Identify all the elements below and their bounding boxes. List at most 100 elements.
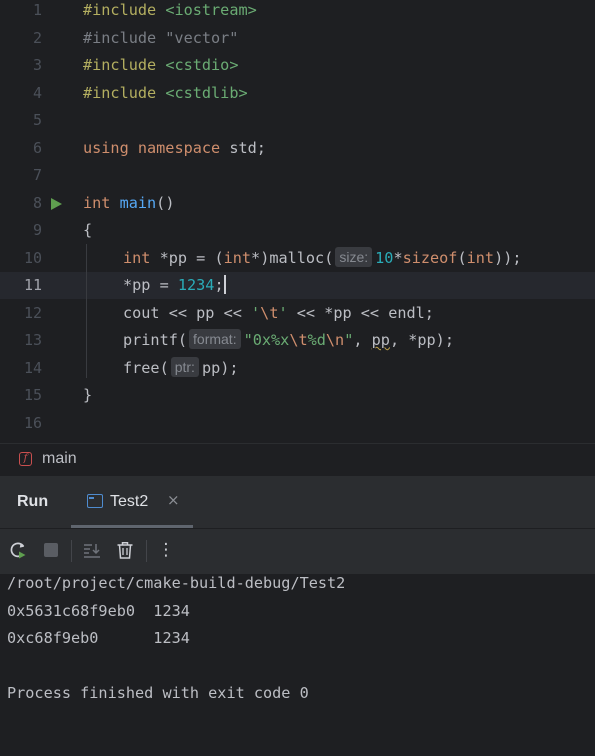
code-line-4[interactable]: #include <cstdlib> <box>83 80 248 108</box>
preprocessor-directive: #include <box>83 83 157 102</box>
code-text: cout << pp << <box>123 303 252 322</box>
line-number: 5 <box>32 111 42 129</box>
close-icon[interactable]: × <box>167 491 180 509</box>
code-line-1[interactable]: #include <iostream> <box>83 0 257 25</box>
code-text: ; <box>214 276 224 294</box>
include-header: <iostream> <box>165 1 257 19</box>
parameter-hint: format: <box>189 329 241 349</box>
code-line-9[interactable]: { <box>83 217 92 245</box>
line-number: 12 <box>23 303 42 322</box>
breadcrumb[interactable]: f main <box>0 443 595 476</box>
more-vertical-icon[interactable]: ⋮ <box>155 539 177 561</box>
gutter-line[interactable]: 1 <box>0 0 80 25</box>
code-line-8[interactable]: int main() <box>83 190 174 218</box>
line-number: 8 <box>32 193 42 212</box>
gutter-line[interactable]: 14 <box>0 355 80 383</box>
parameter-hint: size: <box>335 246 373 267</box>
gutter-line[interactable]: 4 <box>0 80 80 108</box>
keyword: int <box>123 248 151 267</box>
string-literal: " <box>344 331 354 349</box>
unused-include: #include "vector" <box>83 28 239 47</box>
code-line-3[interactable]: #include <cstdio> <box>83 52 238 80</box>
trash-icon[interactable] <box>114 539 136 561</box>
tab-label: Test2 <box>110 493 149 510</box>
gutter-line[interactable]: 2 <box>0 25 80 53</box>
rerun-icon[interactable] <box>7 539 29 561</box>
indent-guide <box>86 244 87 378</box>
code-line-2[interactable]: #include "vector" <box>83 25 238 53</box>
tab-test2[interactable]: Test2 × <box>71 476 193 528</box>
include-header: <cstdlib> <box>165 83 248 102</box>
code-line-12[interactable]: cout << pp << '\t' << *pp << endl; <box>123 300 434 328</box>
line-number: 9 <box>32 221 42 239</box>
line-number: 7 <box>32 166 42 184</box>
gutter-line[interactable]: 13 <box>0 327 80 355</box>
gutter-line[interactable]: 11 <box>0 272 80 300</box>
warning-underlined-arg[interactable]: pp <box>372 331 390 349</box>
code-line-11[interactable]: *pp = 1234; <box>123 272 226 300</box>
function-icon: f <box>19 452 32 466</box>
string-literal: %d <box>307 331 326 349</box>
keyword: namespace <box>137 138 221 157</box>
code-line-15[interactable]: } <box>83 382 92 410</box>
gutter-line[interactable]: 3 <box>0 52 80 80</box>
breadcrumb-item-main[interactable]: main <box>42 450 77 468</box>
number-literal: 10 <box>375 248 394 267</box>
line-number: 14 <box>23 358 42 377</box>
code-editor[interactable]: 1 2 3 4 5 6 7 8 9 10 11 12 13 14 15 16 #… <box>0 0 595 443</box>
line-number: 15 <box>23 386 42 404</box>
scroll-to-end-icon[interactable] <box>81 539 103 561</box>
gutter-line[interactable]: 6 <box>0 135 80 163</box>
gutter-line[interactable]: 12 <box>0 300 80 328</box>
namespace-name: std; <box>229 138 266 157</box>
console-output[interactable]: /root/project/cmake-build-debug/Test2 0x… <box>0 574 595 756</box>
code-line-10[interactable]: int *pp = (int*)malloc(size: 10*sizeof(in… <box>123 245 522 273</box>
stop-icon[interactable] <box>40 539 62 561</box>
run-panel: Run Test2 × ⋮ /root/project/cmake-build-… <box>0 475 595 756</box>
console-window-icon <box>87 494 103 508</box>
punctuation: } <box>83 386 93 404</box>
code-text: )); <box>494 248 522 267</box>
code-text: *)malloc( <box>251 248 334 267</box>
preprocessor-directive: #include <box>83 1 157 19</box>
line-number: 10 <box>23 248 42 267</box>
code-text: , *pp); <box>389 331 454 349</box>
console-line: Process finished with exit code 0 <box>7 684 309 702</box>
code-text: *pp = ( <box>159 248 224 267</box>
gutter-line[interactable]: 15 <box>0 382 80 410</box>
code-line-6[interactable]: using namespace std; <box>83 135 266 163</box>
gutter-line[interactable]: 10 <box>0 245 80 273</box>
code-text: ( <box>457 248 467 267</box>
run-toolbar: ⋮ <box>0 528 595 575</box>
line-number: 13 <box>23 331 42 349</box>
gutter-line[interactable]: 5 <box>0 107 80 135</box>
code-text: , <box>353 331 372 349</box>
code-text: free( <box>123 358 169 377</box>
toolbar-divider <box>71 540 72 562</box>
console-line: 0xc68f9eb0 1234 <box>7 629 190 647</box>
panel-title: Run <box>17 493 49 510</box>
run-triangle-icon[interactable] <box>51 197 62 210</box>
line-number: 6 <box>32 138 42 157</box>
code-line-13[interactable]: printf(format: "0x%x\t%d\n", pp, *pp); <box>123 327 454 355</box>
code-text: * <box>393 248 403 267</box>
keyword: int <box>83 193 111 212</box>
code-text: << *pp << endl; <box>287 303 434 322</box>
console-line: /root/project/cmake-build-debug/Test2 <box>7 574 346 592</box>
gutter-line[interactable]: 9 <box>0 217 80 245</box>
code-line-14[interactable]: free(ptr: pp); <box>123 355 239 383</box>
punctuation: { <box>83 221 93 239</box>
char-literal: ' <box>278 303 288 322</box>
preprocessor-directive: #include <box>83 56 157 74</box>
gutter-line[interactable]: 16 <box>0 410 80 438</box>
string-literal: "0x%x <box>243 331 290 349</box>
code-text: *pp = <box>123 276 178 294</box>
gutter-line[interactable]: 7 <box>0 162 80 190</box>
gutter-line[interactable]: 8 <box>0 190 80 218</box>
line-number: 16 <box>23 413 42 432</box>
line-number: 1 <box>32 1 42 19</box>
include-header: <cstdio> <box>165 56 239 74</box>
keyword: using <box>83 138 129 157</box>
current-line-highlight <box>0 271 595 299</box>
escape-sequence: \t <box>289 331 308 349</box>
